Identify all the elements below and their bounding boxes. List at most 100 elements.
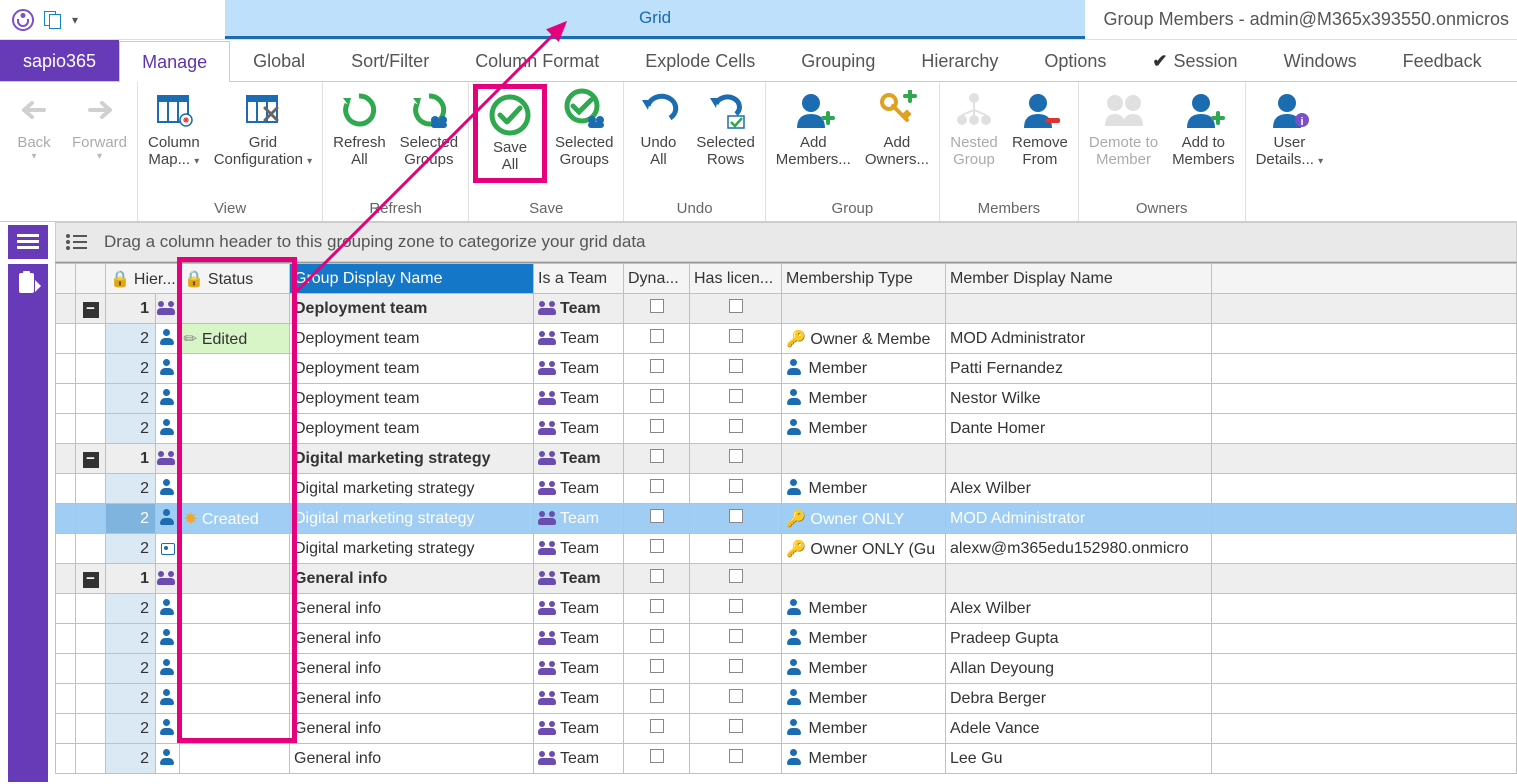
cell-license[interactable] (690, 594, 782, 624)
table-row[interactable]: 2General infoTeam MemberDebra Berger (56, 684, 1517, 714)
demote-button[interactable]: Demote to Member (1083, 84, 1164, 173)
checkbox-icon[interactable] (729, 389, 743, 403)
table-row[interactable]: 2✎ EditedDeployment teamTeam🔑 Owner & Me… (56, 324, 1517, 354)
back-button[interactable]: Back▾ (4, 84, 64, 166)
row-expand[interactable] (76, 744, 106, 774)
checkbox-icon[interactable] (729, 629, 743, 643)
row-gutter[interactable] (56, 534, 76, 564)
user-details-button[interactable]: i User Details... ▾ (1250, 84, 1330, 173)
table-row[interactable]: 2Deployment teamTeam MemberNestor Wilke (56, 384, 1517, 414)
checkbox-icon[interactable] (650, 509, 664, 523)
view-bullets-button[interactable] (58, 226, 94, 258)
checkbox-icon[interactable] (650, 419, 664, 433)
column-map-button[interactable]: Column Map... ▾ (142, 84, 206, 173)
row-gutter[interactable] (56, 354, 76, 384)
checkbox-icon[interactable] (650, 299, 664, 313)
checkbox-icon[interactable] (650, 449, 664, 463)
row-gutter[interactable] (56, 714, 76, 744)
checkbox-icon[interactable] (729, 689, 743, 703)
cell-dynamic[interactable] (624, 504, 690, 534)
row-expand[interactable] (76, 474, 106, 504)
grid-config-button[interactable]: Grid Configuration ▾ (208, 84, 318, 173)
checkbox-icon[interactable] (650, 629, 664, 643)
checkbox-icon[interactable] (729, 749, 743, 763)
col-empty[interactable] (1212, 264, 1517, 294)
cell-dynamic[interactable] (624, 564, 690, 594)
row-gutter[interactable] (56, 324, 76, 354)
data-grid[interactable]: 🔒Hier... 🔒Status Group Display Name Is a… (55, 262, 1517, 774)
add-to-members-button[interactable]: Add to Members (1166, 84, 1241, 173)
row-expand[interactable] (76, 654, 106, 684)
row-expand[interactable] (76, 504, 106, 534)
cell-license[interactable] (690, 624, 782, 654)
row-expand[interactable] (76, 594, 106, 624)
cell-dynamic[interactable] (624, 324, 690, 354)
col-expand[interactable] (76, 264, 106, 294)
col-hier[interactable]: 🔒Hier... (106, 264, 180, 294)
checkbox-icon[interactable] (729, 569, 743, 583)
tab-options[interactable]: Options (1021, 40, 1129, 81)
cell-dynamic[interactable] (624, 684, 690, 714)
cell-dynamic[interactable] (624, 654, 690, 684)
table-row[interactable]: 2✸ CreatedDigital marketing strategyTeam… (56, 504, 1517, 534)
cell-license[interactable] (690, 654, 782, 684)
row-expand[interactable] (76, 624, 106, 654)
cell-dynamic[interactable] (624, 714, 690, 744)
add-owners-button[interactable]: Add Owners... (859, 84, 935, 173)
col-dynamic[interactable]: Dyna... (624, 264, 690, 294)
cell-license[interactable] (690, 504, 782, 534)
checkbox-icon[interactable] (650, 659, 664, 673)
remove-from-button[interactable]: Remove From (1006, 84, 1074, 173)
row-expand[interactable] (76, 324, 106, 354)
cell-dynamic[interactable] (624, 444, 690, 474)
col-group-display-name[interactable]: Group Display Name (290, 264, 534, 294)
refresh-selected-button[interactable]: Selected Groups (394, 84, 464, 173)
cell-license[interactable] (690, 444, 782, 474)
row-gutter[interactable] (56, 414, 76, 444)
view-lines-button[interactable] (8, 225, 48, 259)
collapse-icon[interactable]: − (83, 452, 99, 468)
col-status[interactable]: 🔒Status (180, 264, 290, 294)
checkbox-icon[interactable] (650, 749, 664, 763)
cell-dynamic[interactable] (624, 384, 690, 414)
row-expand[interactable] (76, 354, 106, 384)
table-row[interactable]: 2General infoTeam MemberPradeep Gupta (56, 624, 1517, 654)
table-row[interactable]: 2Digital marketing strategyTeam🔑 Owner O… (56, 534, 1517, 564)
row-gutter[interactable] (56, 294, 76, 324)
row-expand[interactable] (76, 534, 106, 564)
accessibility-icon[interactable] (12, 9, 34, 31)
row-gutter[interactable] (56, 594, 76, 624)
cell-dynamic[interactable] (624, 534, 690, 564)
row-expand[interactable] (76, 714, 106, 744)
checkbox-icon[interactable] (650, 689, 664, 703)
grouping-zone[interactable]: Drag a column header to this grouping zo… (55, 222, 1517, 262)
checkbox-icon[interactable] (729, 449, 743, 463)
save-selected-button[interactable]: Selected Groups (549, 84, 619, 173)
cell-license[interactable] (690, 564, 782, 594)
cell-license[interactable] (690, 354, 782, 384)
checkbox-icon[interactable] (650, 359, 664, 373)
col-membership-type[interactable]: Membership Type (782, 264, 946, 294)
checkbox-icon[interactable] (729, 599, 743, 613)
col-member-display-name[interactable]: Member Display Name (946, 264, 1212, 294)
collapse-icon[interactable]: − (83, 572, 99, 588)
table-row[interactable]: 2General infoTeam MemberAdele Vance (56, 714, 1517, 744)
checkbox-icon[interactable] (650, 599, 664, 613)
group-row[interactable]: −1General infoTeam (56, 564, 1517, 594)
row-expand[interactable] (76, 384, 106, 414)
row-expand[interactable]: − (76, 564, 106, 594)
row-expand[interactable] (76, 684, 106, 714)
table-row[interactable]: 2General infoTeam MemberAlex Wilber (56, 594, 1517, 624)
group-row[interactable]: −1Digital marketing strategyTeam (56, 444, 1517, 474)
cell-license[interactable] (690, 474, 782, 504)
checkbox-icon[interactable] (729, 509, 743, 523)
cell-dynamic[interactable] (624, 354, 690, 384)
add-members-button[interactable]: Add Members... (770, 84, 857, 173)
cell-dynamic[interactable] (624, 594, 690, 624)
cell-license[interactable] (690, 414, 782, 444)
tab-hierarchy[interactable]: Hierarchy (898, 40, 1021, 81)
table-row[interactable]: 2Deployment teamTeam MemberPatti Fernand… (56, 354, 1517, 384)
cell-dynamic[interactable] (624, 744, 690, 774)
tab-grouping[interactable]: Grouping (778, 40, 898, 81)
context-tab-grid[interactable]: Grid (225, 0, 1085, 39)
